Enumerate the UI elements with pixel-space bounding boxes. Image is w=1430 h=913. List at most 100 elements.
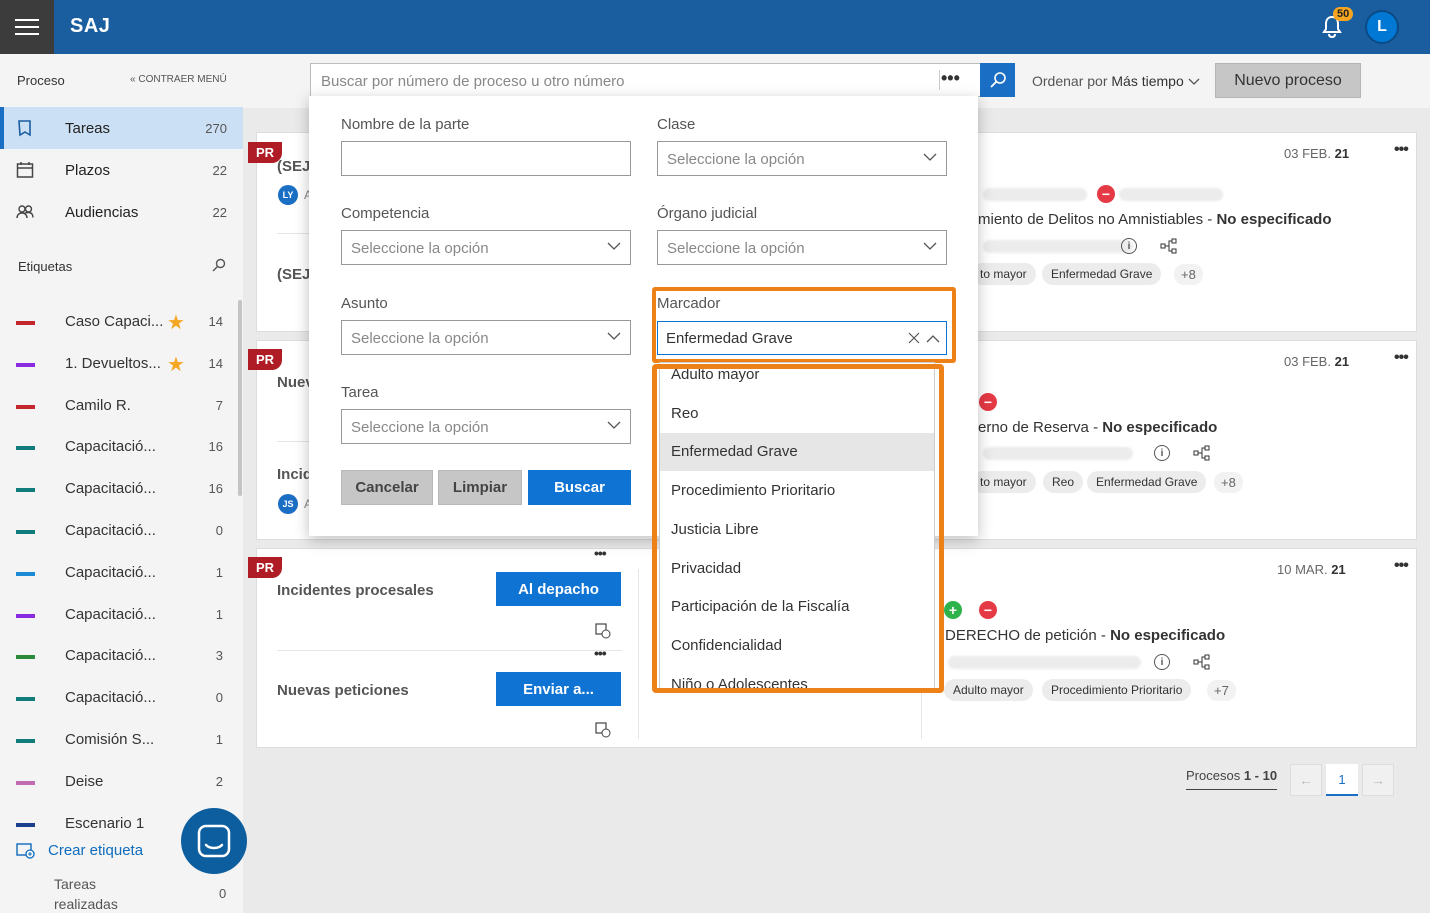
send-to-office-button[interactable]: Al depacho xyxy=(496,572,621,606)
new-process-button[interactable]: Nuevo proceso xyxy=(1215,63,1361,98)
send-to-button[interactable]: Enviar a... xyxy=(496,672,621,706)
sidebar-tag-item[interactable]: Capacitació... 0 xyxy=(0,510,243,552)
remove-icon[interactable]: − xyxy=(1097,185,1115,203)
subject-select[interactable]: Seleccione la opción xyxy=(341,320,631,355)
add-tag-icon xyxy=(16,842,35,859)
divider xyxy=(277,650,622,651)
tag-color-bar xyxy=(16,321,35,325)
chevron-down-icon xyxy=(607,332,621,340)
tag-label: Caso Capaci... xyxy=(65,313,164,330)
sort-value: Más tiempo xyxy=(1111,73,1184,89)
sidebar-tag-item[interactable]: Deise 2 xyxy=(0,761,243,803)
search-input[interactable]: Buscar por número de proceso u otro núme… xyxy=(310,63,981,97)
prev-page-button[interactable]: ← xyxy=(1290,764,1322,796)
blurred-text xyxy=(983,447,1133,460)
menu-icon[interactable] xyxy=(0,0,54,54)
create-tag-button[interactable]: Crear etiqueta xyxy=(16,842,143,859)
competence-select[interactable]: Seleccione la opción xyxy=(341,230,631,265)
done-tasks-label[interactable]: Tareas realizadas xyxy=(54,874,134,913)
more-tags-chip[interactable]: +7 xyxy=(1207,680,1236,701)
avatar[interactable]: L xyxy=(1365,10,1399,44)
court-select[interactable]: Seleccione la opción xyxy=(657,230,947,265)
page-number[interactable]: 1 xyxy=(1326,764,1358,796)
sidebar-item-audiencias[interactable]: Audiencias 22 xyxy=(0,191,243,233)
chevron-down-icon xyxy=(1188,78,1200,85)
sidebar-tag-item[interactable]: Capacitació... 3 xyxy=(0,635,243,677)
tag-count: 1 xyxy=(215,606,223,622)
sidebar-tag-item[interactable]: Capacitació... 1 xyxy=(0,594,243,636)
task-select[interactable]: Seleccione la opción xyxy=(341,409,631,444)
chat-button[interactable] xyxy=(181,808,247,874)
more-tags-chip[interactable]: +8 xyxy=(1174,264,1203,285)
info-icon[interactable]: i xyxy=(1154,654,1170,670)
assign-icon[interactable] xyxy=(595,722,611,738)
row-more-button[interactable]: ••• xyxy=(594,645,607,661)
assign-icon[interactable] xyxy=(595,623,611,639)
tag-chip[interactable]: Procedimiento Prioritario xyxy=(1042,679,1192,701)
card-title-text: miento de Delitos no Amnistiables xyxy=(978,211,1204,228)
divider xyxy=(277,441,311,442)
more-tags-chip[interactable]: +8 xyxy=(1214,472,1243,493)
court-label: Órgano judicial xyxy=(657,205,758,222)
star-icon[interactable]: ★ xyxy=(167,310,185,335)
card-title-text: erno de Reserva xyxy=(978,419,1089,436)
class-select[interactable]: Seleccione la opción xyxy=(657,141,947,176)
tag-count: 7 xyxy=(215,397,223,413)
sidebar-item-tareas[interactable]: Tareas 270 xyxy=(0,107,243,149)
sidebar-scrollbar[interactable] xyxy=(238,300,242,496)
star-icon[interactable]: ★ xyxy=(167,352,185,377)
people-icon xyxy=(16,205,34,219)
sort-dropdown[interactable]: Ordenar por Más tiempo xyxy=(1032,73,1200,89)
card-more-button[interactable]: ••• xyxy=(1394,141,1409,159)
remove-icon[interactable]: − xyxy=(979,601,997,619)
sidebar-tag-item[interactable]: Capacitació... 0 xyxy=(0,677,243,719)
tag-chip[interactable]: Adulto mayor xyxy=(944,679,1033,701)
tree-icon[interactable] xyxy=(1193,445,1211,461)
card-more-button[interactable]: ••• xyxy=(1394,557,1409,575)
clear-button[interactable]: Limpiar xyxy=(438,470,522,505)
party-name-input[interactable] xyxy=(341,141,631,176)
more-options-button[interactable]: ••• xyxy=(941,68,960,89)
tree-icon[interactable] xyxy=(1160,238,1178,254)
tag-count: 0 xyxy=(215,690,223,706)
tag-label: Capacitació... xyxy=(65,480,156,498)
sidebar-tag-item[interactable]: Caso Capaci... ★ 14 xyxy=(0,301,243,343)
card-more-button[interactable]: ••• xyxy=(1394,349,1409,367)
search-icon[interactable] xyxy=(212,258,226,272)
row-more-button[interactable]: ••• xyxy=(594,545,607,561)
tag-chip[interactable]: Reo xyxy=(1043,471,1084,493)
tree-icon[interactable] xyxy=(1193,654,1211,670)
info-icon[interactable]: i xyxy=(1121,238,1137,254)
tag-color-bar xyxy=(16,404,35,409)
sidebar-tag-item[interactable]: Capacitació... 16 xyxy=(0,426,243,468)
cancel-button[interactable]: Cancelar xyxy=(341,470,433,505)
remove-icon[interactable]: − xyxy=(979,393,997,411)
calendar-icon xyxy=(16,162,34,178)
avatar: JS xyxy=(278,494,298,514)
add-icon[interactable]: + xyxy=(944,601,962,619)
next-page-button[interactable]: → xyxy=(1362,764,1394,796)
pr-badge: PR xyxy=(248,557,283,578)
divider xyxy=(277,233,311,234)
info-icon[interactable]: i xyxy=(1154,445,1170,461)
tag-chip[interactable]: Enfermedad Grave xyxy=(1042,263,1162,285)
chevron-down-icon xyxy=(607,421,621,429)
search-submit-button[interactable]: Buscar xyxy=(528,470,631,505)
sidebar-tag-item[interactable]: Comisión S... 1 xyxy=(0,719,243,761)
sidebar-item-plazos[interactable]: Plazos 22 xyxy=(0,149,243,191)
collapse-menu-button[interactable]: « CONTRAER MENÚ xyxy=(130,74,227,85)
sidebar-tag-item[interactable]: Capacitació... 16 xyxy=(0,468,243,510)
sidebar-tag-item[interactable]: Capacitació... 1 xyxy=(0,552,243,594)
tag-chip[interactable]: to mayor xyxy=(971,471,1036,493)
sidebar-tag-item[interactable]: 1. Devueltos... ★ 14 xyxy=(0,343,243,385)
card-title: erno de Reserva - No especificado xyxy=(978,419,1218,436)
pr-badge: PR xyxy=(248,349,283,370)
card-date-year: 21 xyxy=(1334,146,1350,161)
search-button[interactable] xyxy=(980,63,1015,97)
tag-chip[interactable]: to mayor xyxy=(971,263,1036,285)
tag-chip[interactable]: Enfermedad Grave xyxy=(1087,471,1207,493)
pagination-range: 1 - 10 xyxy=(1243,768,1278,783)
tag-count: 16 xyxy=(208,439,223,455)
tag-color-bar xyxy=(16,655,35,660)
sidebar-tag-item[interactable]: Camilo R. 7 xyxy=(0,385,243,427)
